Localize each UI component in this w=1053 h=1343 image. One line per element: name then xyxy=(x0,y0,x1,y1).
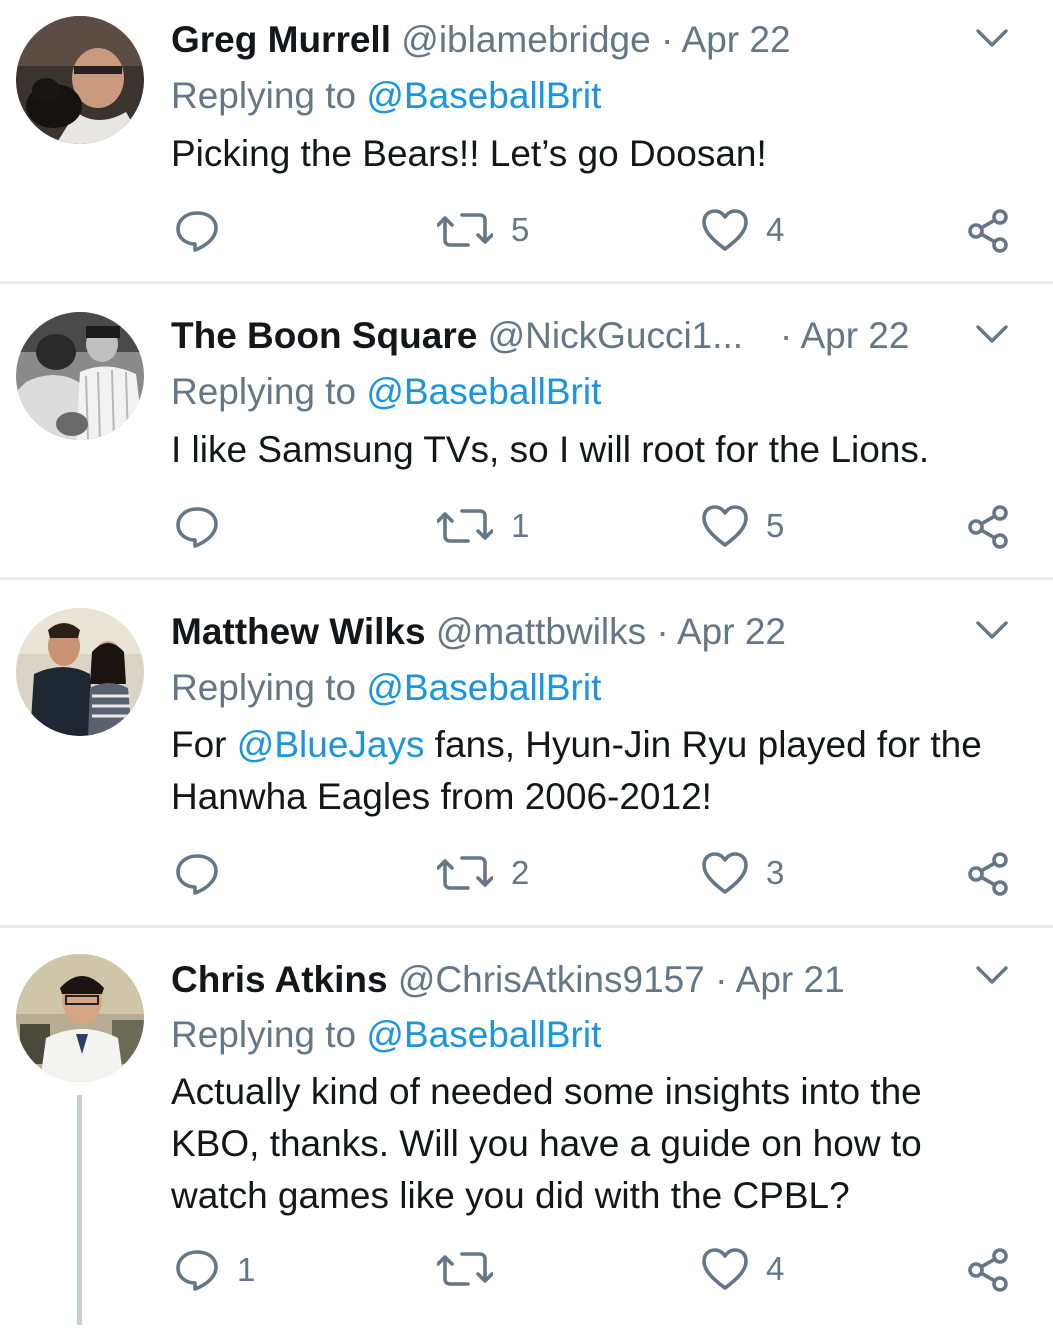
heart-icon[interactable] xyxy=(702,209,748,251)
retweet-icon[interactable] xyxy=(437,208,493,252)
separator-dot: · xyxy=(650,19,682,60)
tweet-body-line: Actually kind of needed some insights in… xyxy=(171,1071,922,1112)
tweet[interactable]: Matthew Wilks @mattbwilks · Apr 22 Reply… xyxy=(0,580,1053,925)
replying-to-mention[interactable]: @BaseballBrit xyxy=(366,667,601,708)
separator-dot: · xyxy=(646,611,677,652)
tweet-header: Chris Atkins @ChrisAtkins9157 · Apr 21 xyxy=(171,955,845,1005)
chevron-down-icon[interactable] xyxy=(975,322,1009,346)
tweet[interactable]: Greg Murrell @iblamebridge · Apr 22 Repl… xyxy=(0,0,1053,283)
like-action[interactable]: 3 xyxy=(702,852,784,894)
tweet-body-line: KBO, thanks. Will you have a guide on ho… xyxy=(171,1123,922,1164)
display-name[interactable]: Greg Murrell xyxy=(171,19,391,60)
like-count: 4 xyxy=(766,1250,785,1287)
avatar[interactable] xyxy=(16,312,144,440)
tweet-header: Greg Murrell @iblamebridge · Apr 22 xyxy=(171,15,791,65)
reply-icon[interactable] xyxy=(175,852,219,896)
chevron-down-icon[interactable] xyxy=(975,963,1009,987)
replying-to: Replying to @BaseballBrit xyxy=(171,1010,601,1060)
body-text: fans, Hyun-Jin Ryu played for the xyxy=(424,724,982,765)
chevron-down-icon[interactable] xyxy=(975,618,1009,642)
reply-icon[interactable] xyxy=(175,209,219,253)
separator-dot: · xyxy=(769,315,801,356)
retweet-action[interactable]: 2 xyxy=(437,851,529,895)
like-count: 3 xyxy=(766,854,785,891)
retweet-icon[interactable] xyxy=(437,851,493,895)
like-count: 4 xyxy=(766,211,785,248)
retweet-count: 2 xyxy=(511,854,530,891)
reply-icon[interactable] xyxy=(175,1248,219,1292)
share-icon[interactable] xyxy=(967,852,1011,896)
replying-to-mention[interactable]: @BaseballBrit xyxy=(366,1014,601,1055)
tweet-date[interactable]: Apr 22 xyxy=(800,315,909,356)
replies-feed: Greg Murrell @iblamebridge · Apr 22 Repl… xyxy=(0,0,1053,1343)
replying-prefix: Replying to xyxy=(171,75,367,116)
retweet-icon[interactable] xyxy=(437,1247,493,1291)
body-mention[interactable]: @BlueJays xyxy=(237,724,425,765)
replying-to: Replying to @BaseballBrit xyxy=(171,71,601,121)
retweet-icon[interactable] xyxy=(437,504,493,548)
share-icon[interactable] xyxy=(967,505,1011,549)
reply-count: 1 xyxy=(237,1251,256,1288)
tweet-body: Picking the Bears!! Let’s go Doosan! xyxy=(171,133,767,174)
tweet-header: The Boon Square @NickGucci1... · Apr 22 xyxy=(171,311,909,361)
replying-prefix: Replying to xyxy=(171,667,367,708)
like-action[interactable]: 5 xyxy=(702,505,784,547)
tweet-date[interactable]: Apr 21 xyxy=(736,959,845,1000)
replying-to: Replying to @BaseballBrit xyxy=(171,367,601,417)
heart-icon[interactable] xyxy=(702,505,748,547)
avatar[interactable] xyxy=(16,954,144,1082)
replying-to: Replying to @BaseballBrit xyxy=(171,663,601,713)
reply-icon[interactable] xyxy=(175,505,219,549)
tweet[interactable]: Chris Atkins @ChrisAtkins9157 · Apr 21 R… xyxy=(0,928,1053,1343)
retweet-action[interactable] xyxy=(437,1247,511,1291)
replying-prefix: Replying to xyxy=(171,371,367,412)
display-name[interactable]: The Boon Square xyxy=(171,315,477,356)
tweet[interactable]: The Boon Square @NickGucci1... · Apr 22 … xyxy=(0,284,1053,578)
tweet-date[interactable]: Apr 22 xyxy=(682,19,791,60)
user-handle[interactable]: @NickGucci1... xyxy=(488,315,744,356)
reply-action[interactable] xyxy=(175,852,237,896)
retweet-action[interactable]: 1 xyxy=(437,504,529,548)
tweet-body: I like Samsung TVs, so I will root for t… xyxy=(171,429,930,470)
share-icon[interactable] xyxy=(967,209,1011,253)
user-handle[interactable]: @iblamebridge xyxy=(401,19,650,60)
reply-action[interactable] xyxy=(175,505,237,549)
like-count: 5 xyxy=(766,507,785,544)
replying-to-mention[interactable]: @BaseballBrit xyxy=(366,371,601,412)
retweet-action[interactable]: 5 xyxy=(437,208,529,252)
replying-prefix: Replying to xyxy=(171,1014,367,1055)
like-action[interactable]: 4 xyxy=(702,1248,784,1290)
body-prefix: For xyxy=(171,724,237,765)
tweet-body-line: watch games like you did with the CPBL? xyxy=(171,1175,850,1216)
like-action[interactable]: 4 xyxy=(702,209,784,251)
reply-action[interactable] xyxy=(175,209,237,253)
display-name[interactable]: Chris Atkins xyxy=(171,959,388,1000)
reply-action[interactable]: 1 xyxy=(175,1248,255,1292)
heart-icon[interactable] xyxy=(702,852,748,894)
retweet-count: 5 xyxy=(511,211,530,248)
user-handle[interactable]: @mattbwilks xyxy=(436,611,646,652)
thread-line xyxy=(77,1095,82,1325)
avatar[interactable] xyxy=(16,16,144,144)
tweet-header: Matthew Wilks @mattbwilks · Apr 22 xyxy=(171,607,786,657)
chevron-down-icon[interactable] xyxy=(975,26,1009,50)
separator-dot: · xyxy=(704,959,736,1000)
tweet-body: Actually kind of needed some insights in… xyxy=(171,1066,1031,1222)
retweet-count: 1 xyxy=(511,507,530,544)
display-name[interactable]: Matthew Wilks xyxy=(171,611,426,652)
share-icon[interactable] xyxy=(967,1248,1011,1292)
heart-icon[interactable] xyxy=(702,1248,748,1290)
avatar[interactable] xyxy=(16,608,144,736)
tweet-date[interactable]: Apr 22 xyxy=(677,611,786,652)
tweet-body: For @BlueJays fans, Hyun-Jin Ryu played … xyxy=(171,719,1031,823)
tweet-body-line: Hanwha Eagles from 2006-2012! xyxy=(171,776,712,817)
replying-to-mention[interactable]: @BaseballBrit xyxy=(366,75,601,116)
tweet-body-line: For @BlueJays fans, Hyun-Jin Ryu played … xyxy=(171,719,1031,771)
user-handle[interactable]: @ChrisAtkins9157 xyxy=(398,959,705,1000)
